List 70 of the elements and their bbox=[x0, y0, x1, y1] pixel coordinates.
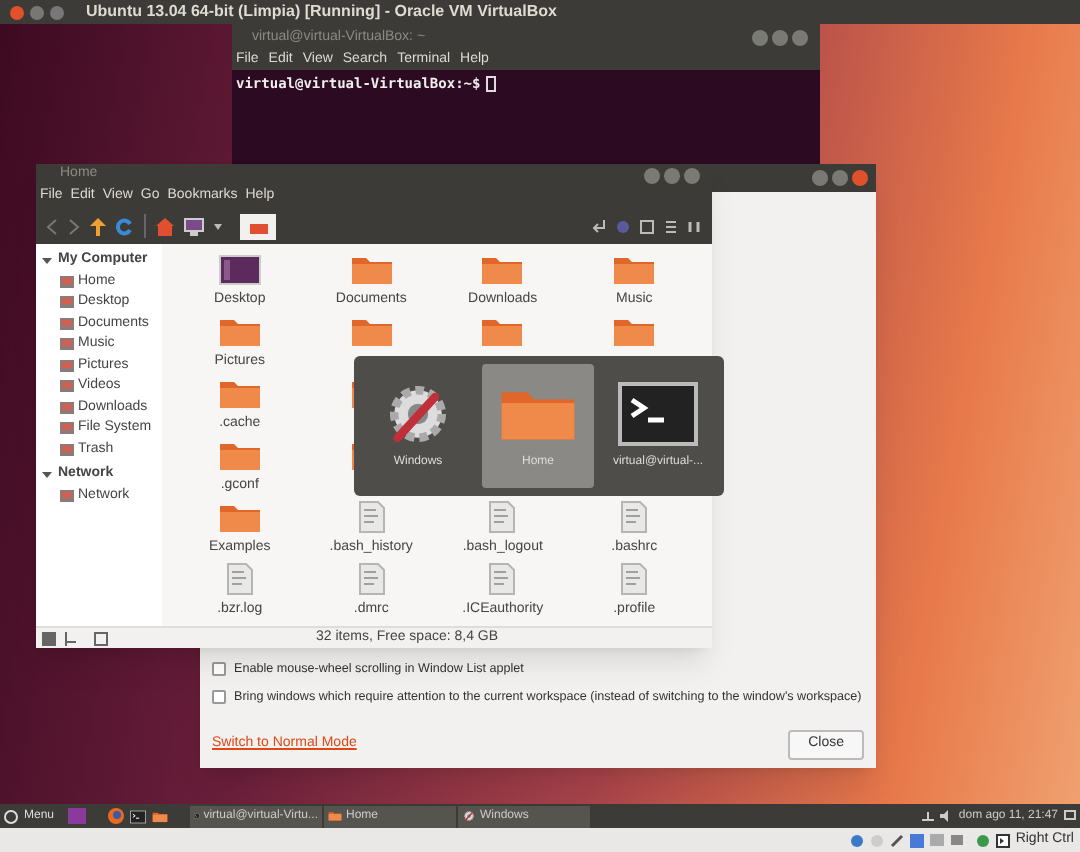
toolbar-icon[interactable] bbox=[592, 219, 606, 233]
text-cursor bbox=[486, 76, 497, 93]
checkbox[interactable] bbox=[212, 662, 226, 677]
maximize-button[interactable] bbox=[772, 30, 788, 46]
network-icon bbox=[909, 833, 924, 847]
gear-wrench-icon bbox=[462, 810, 477, 822]
folder-share-icon bbox=[929, 833, 944, 847]
close-button[interactable] bbox=[792, 30, 808, 46]
close-button[interactable] bbox=[10, 5, 24, 19]
folder-icon bbox=[480, 316, 525, 348]
checkbox[interactable] bbox=[212, 689, 226, 704]
folder-icon bbox=[217, 502, 262, 534]
document-icon bbox=[488, 500, 517, 534]
close-button[interactable] bbox=[684, 167, 700, 183]
expander-icon[interactable] bbox=[42, 470, 52, 480]
minimize-button[interactable] bbox=[644, 167, 660, 183]
back-icon[interactable] bbox=[46, 217, 58, 235]
menu-icon bbox=[4, 809, 18, 823]
minimize-button[interactable] bbox=[30, 5, 44, 19]
network-icon bbox=[922, 810, 935, 822]
list-view-icon[interactable] bbox=[664, 219, 678, 233]
computer-icon[interactable] bbox=[184, 217, 204, 235]
minimize-button[interactable] bbox=[812, 170, 828, 186]
folder-icon bbox=[612, 316, 657, 348]
forward-icon[interactable] bbox=[68, 217, 80, 235]
maximize-button[interactable] bbox=[50, 5, 64, 19]
folder-icon bbox=[152, 809, 169, 823]
document-icon bbox=[357, 500, 386, 534]
compact-view-icon[interactable] bbox=[688, 219, 702, 233]
document-icon bbox=[225, 562, 254, 596]
reload-icon[interactable] bbox=[116, 217, 134, 235]
folder-icon bbox=[328, 810, 343, 822]
browser-icon[interactable] bbox=[108, 808, 125, 824]
document-icon bbox=[488, 562, 517, 596]
volume-icon bbox=[940, 810, 953, 822]
minimize-button[interactable] bbox=[752, 30, 768, 46]
home-breadcrumb[interactable] bbox=[240, 213, 276, 239]
folder-icon bbox=[480, 254, 525, 286]
folder-icon bbox=[217, 316, 262, 348]
disc-icon bbox=[869, 833, 884, 847]
expander-icon[interactable] bbox=[42, 255, 52, 265]
caret-icon[interactable] bbox=[214, 223, 222, 229]
display-icon bbox=[1064, 810, 1076, 822]
place-icon bbox=[60, 490, 74, 503]
document-icon bbox=[357, 562, 386, 596]
icon-view-icon[interactable] bbox=[640, 219, 654, 233]
document-icon bbox=[620, 562, 649, 596]
document-icon bbox=[620, 500, 649, 534]
folder-icon bbox=[349, 316, 394, 348]
close-button[interactable] bbox=[852, 170, 868, 186]
folder-icon bbox=[217, 378, 262, 410]
panel-icon[interactable] bbox=[94, 631, 108, 645]
globe-icon bbox=[975, 833, 990, 847]
up-arrow-icon[interactable] bbox=[90, 217, 106, 235]
desktop-icon bbox=[217, 254, 262, 286]
arrow-icon bbox=[995, 833, 1010, 847]
display-icon bbox=[949, 833, 964, 847]
disk-icon bbox=[849, 833, 864, 847]
home-icon bbox=[249, 219, 267, 233]
places-icon[interactable] bbox=[42, 631, 56, 645]
folder-icon bbox=[349, 254, 394, 286]
window-title: Ubuntu 13.04 64-bit (Limpia) [Running] - Oracle VM VirtualBox bbox=[86, 0, 557, 24]
folder-icon bbox=[217, 440, 262, 472]
usb-icon bbox=[889, 833, 904, 847]
tree-icon[interactable] bbox=[64, 631, 78, 645]
maximize-button[interactable] bbox=[664, 167, 680, 183]
workspace-icon[interactable] bbox=[68, 808, 87, 824]
maximize-button[interactable] bbox=[832, 170, 848, 186]
folder-icon bbox=[612, 254, 657, 286]
home-icon[interactable] bbox=[156, 217, 174, 235]
